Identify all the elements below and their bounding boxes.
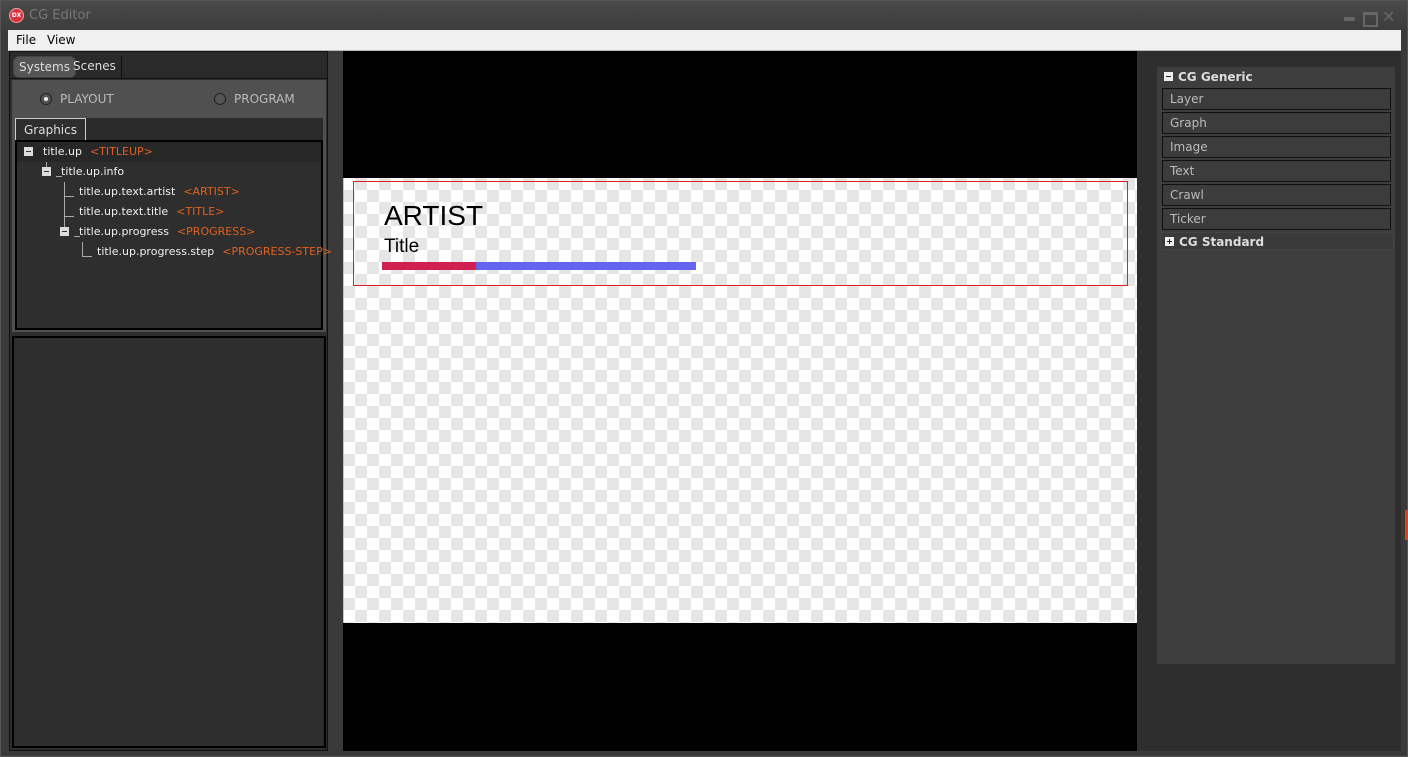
- toolbox: CG Generic Layer Graph Image Text Crawl …: [1157, 67, 1395, 664]
- tool-image[interactable]: Image: [1162, 136, 1391, 158]
- title-bar[interactable]: DX CG Editor ✕: [1, 1, 1407, 31]
- radio-playout-label: PLAYOUT: [60, 92, 114, 106]
- tree-item-tag: <PROGRESS>: [176, 225, 256, 238]
- preview-area: ARTIST Title: [343, 51, 1137, 751]
- tool-layer[interactable]: Layer: [1162, 88, 1391, 110]
- radio-program[interactable]: PROGRAM: [214, 92, 295, 106]
- tree-item-text-artist[interactable]: title.up.text.artist <ARTIST>: [17, 182, 321, 202]
- menu-file[interactable]: File: [16, 33, 36, 47]
- tree-item-title-up[interactable]: title.up <TITLEUP>: [17, 142, 321, 162]
- tool-text[interactable]: Text: [1162, 160, 1391, 182]
- selected-graphic-bounds[interactable]: ARTIST Title: [353, 181, 1128, 286]
- collapse-icon[interactable]: [60, 227, 69, 236]
- title-text[interactable]: Title: [384, 236, 419, 258]
- tree-item-label: title.up.info: [61, 165, 125, 178]
- progress-bar[interactable]: [382, 262, 696, 270]
- graphics-tabbar: Graphics: [15, 118, 323, 140]
- tree-item-label: title.up.text.artist: [79, 185, 176, 198]
- tool-crawl[interactable]: Crawl: [1162, 184, 1391, 206]
- tree-item-title-up-info[interactable]: title.up.info: [17, 162, 321, 182]
- radio-program-label: PROGRAM: [234, 92, 295, 106]
- tab-scenes[interactable]: Scenes: [68, 56, 122, 78]
- cg-editor-window: DX CG Editor ✕ File View Systems Scenes …: [0, 0, 1408, 757]
- tree-item-label: title.up.text.title: [79, 205, 169, 218]
- progress-step[interactable]: [382, 262, 477, 270]
- minimize-button[interactable]: [1344, 11, 1356, 23]
- group-cg-standard[interactable]: CG Standard: [1160, 232, 1394, 250]
- group-cg-generic[interactable]: CG Generic: [1160, 68, 1394, 86]
- menu-bar: File View: [8, 30, 1401, 51]
- systems-scenes-tabbar: Systems Scenes: [10, 52, 327, 79]
- collapse-icon[interactable]: [1164, 72, 1173, 81]
- group-label: CG Generic: [1178, 70, 1253, 84]
- app-logo-icon: DX: [9, 8, 24, 23]
- tree-item-progress-step[interactable]: title.up.progress.step <PROGRESS-STEP>: [17, 242, 332, 262]
- radio-checked-icon: [40, 93, 52, 105]
- tree-item-label: title.up: [43, 145, 82, 158]
- graphics-panel: Graphics title.up <TITLEUP> title.up.inf…: [12, 118, 332, 332]
- canvas-edge-guide: [343, 178, 344, 623]
- tool-graph[interactable]: Graph: [1162, 112, 1391, 134]
- tree-item-label: title.up.progress: [79, 225, 169, 238]
- window-title: CG Editor: [29, 8, 91, 23]
- output-selector: PLAYOUT PROGRAM: [12, 80, 326, 118]
- tree-item-tag: <PROGRESS-STEP>: [222, 245, 332, 258]
- preview-canvas[interactable]: ARTIST Title: [343, 178, 1137, 623]
- close-button[interactable]: ✕: [1382, 9, 1396, 25]
- tree-item-progress[interactable]: title.up.progress <PROGRESS>: [17, 222, 321, 242]
- tree-item-tag: <ARTIST>: [183, 185, 240, 198]
- tree-item-label: title.up.progress.step: [97, 245, 215, 258]
- left-panel: Systems Scenes PLAYOUT PROGRAM Graphics: [9, 51, 332, 751]
- radio-unchecked-icon: [214, 93, 226, 105]
- artist-text[interactable]: ARTIST: [384, 200, 483, 232]
- expand-icon[interactable]: [1165, 237, 1174, 246]
- tool-ticker[interactable]: Ticker: [1162, 208, 1391, 230]
- properties-panel: [12, 336, 326, 748]
- tab-systems[interactable]: Systems: [13, 56, 76, 78]
- tree-item-text-title[interactable]: title.up.text.title <TITLE>: [17, 202, 321, 222]
- tree-item-tag: <TITLEUP>: [89, 145, 153, 158]
- collapse-icon[interactable]: [24, 147, 33, 156]
- right-panel: CG Generic Layer Graph Image Text Crawl …: [1137, 51, 1401, 751]
- graphics-tree: title.up <TITLEUP> title.up.info title.up…: [15, 140, 332, 330]
- collapse-icon[interactable]: [42, 167, 51, 176]
- menu-view[interactable]: View: [47, 33, 75, 47]
- group-label: CG Standard: [1179, 235, 1265, 249]
- tab-graphics[interactable]: Graphics: [15, 118, 86, 140]
- radio-playout[interactable]: PLAYOUT: [40, 92, 114, 106]
- maximize-button[interactable]: [1363, 11, 1378, 27]
- tree-item-tag: <TITLE>: [176, 205, 225, 218]
